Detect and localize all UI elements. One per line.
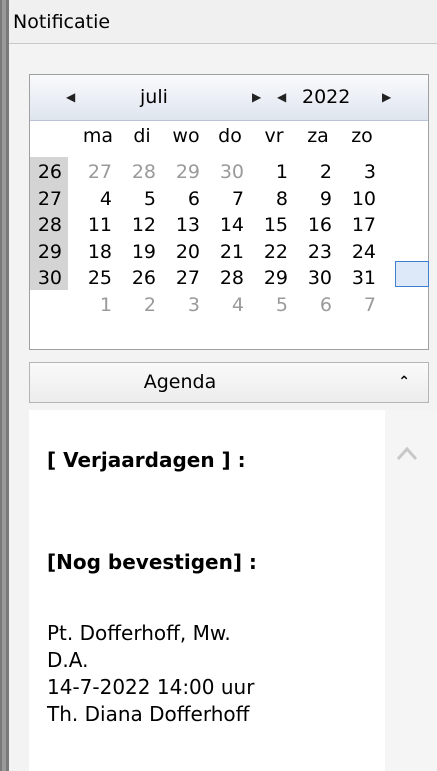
calendar-day[interactable]: 16 — [298, 212, 338, 239]
calendar-day[interactable]: 17 — [342, 212, 382, 239]
calendar-day[interactable]: 10 — [342, 186, 382, 213]
calendar-day[interactable]: 29 — [254, 265, 294, 292]
calendar-day[interactable]: 30 — [210, 159, 250, 186]
calendar-day[interactable]: 5 — [122, 186, 162, 213]
calendar-day[interactable]: 3 — [166, 292, 206, 319]
calendar-day[interactable]: 1 — [78, 292, 118, 319]
calendar-day[interactable]: 6 — [166, 186, 206, 213]
calendar-day[interactable]: 18 — [78, 239, 118, 266]
left-splitter[interactable] — [0, 0, 9, 771]
calendar-day[interactable]: 12 — [122, 212, 162, 239]
weekday-header: za — [307, 125, 329, 147]
agenda-scrollbar[interactable] — [385, 410, 437, 771]
calendar-day[interactable]: 19 — [122, 239, 162, 266]
calendar-day[interactable]: 30 — [298, 265, 338, 292]
week-number[interactable]: 30 — [30, 265, 68, 292]
prev-month-icon[interactable]: ◀ — [66, 75, 75, 120]
collapse-up-icon[interactable]: ⌃ — [398, 363, 410, 402]
calendar-day[interactable]: 4 — [78, 186, 118, 213]
calendar-day[interactable]: 2 — [298, 159, 338, 186]
calendar-day[interactable]: 27 — [78, 159, 118, 186]
week-number[interactable]: 28 — [30, 212, 68, 239]
weekday-header: vr — [264, 125, 284, 147]
weekday-header: zo — [351, 125, 373, 147]
calendar-day[interactable]: 25 — [78, 265, 118, 292]
calendar-day[interactable]: 1 — [254, 159, 294, 186]
calendar-day[interactable]: 28 — [210, 265, 250, 292]
prev-year-icon[interactable]: ◀ — [277, 75, 286, 120]
calendar-day[interactable]: 29 — [166, 159, 206, 186]
scroll-up-icon[interactable] — [395, 444, 419, 462]
calendar-day[interactable]: 9 — [298, 186, 338, 213]
calendar-day[interactable]: 22 — [254, 239, 294, 266]
calendar-day[interactable]: 21 — [210, 239, 250, 266]
agenda-header[interactable]: Agenda ⌃ — [29, 362, 429, 403]
entry-line-1: Pt. Dofferhoff, Mw. — [47, 621, 231, 645]
week-number[interactable]: 29 — [30, 239, 68, 266]
calendar-day[interactable]: 7 — [342, 292, 382, 319]
calendar-day[interactable]: 5 — [254, 292, 294, 319]
calendar-day[interactable]: 11 — [78, 212, 118, 239]
weekday-header: ma — [82, 125, 114, 147]
week-number[interactable] — [30, 292, 68, 319]
calendar-day[interactable]: 31 — [342, 265, 382, 292]
entry-line-3: 14-7-2022 14:00 uur — [47, 675, 255, 699]
calendar-day[interactable]: 15 — [254, 212, 294, 239]
calendar-day[interactable]: 24 — [342, 239, 382, 266]
next-month-icon[interactable]: ▶ — [252, 75, 261, 120]
agenda-content: [ Verjaardagen ] : [Nog bevestigen] : Pt… — [29, 410, 385, 771]
weekday-header: di — [133, 125, 151, 147]
calendar-day[interactable]: 8 — [254, 186, 294, 213]
calendar-day[interactable]: 2 — [122, 292, 162, 319]
year-label[interactable]: 2022 — [302, 75, 350, 120]
calendar-day[interactable]: 13 — [166, 212, 206, 239]
selected-day-highlight — [395, 261, 429, 287]
calendar-header: ◀ juli ▶ ◀ 2022 ▶ — [30, 75, 428, 121]
birthdays-heading: [ Verjaardagen ] : — [47, 448, 246, 472]
entry-line-2: D.A. — [47, 648, 89, 672]
calendar-day[interactable]: 14 — [210, 212, 250, 239]
week-number[interactable]: 27 — [30, 186, 68, 213]
panel-title: Notificatie — [13, 11, 111, 33]
next-year-icon[interactable]: ▶ — [382, 75, 391, 120]
calendar-day[interactable]: 23 — [298, 239, 338, 266]
calendar-day[interactable]: 4 — [210, 292, 250, 319]
week-number[interactable]: 26 — [30, 159, 68, 186]
weekday-header: do — [218, 125, 242, 147]
month-calendar[interactable]: ◀ juli ▶ ◀ 2022 ▶ ma di wo do vr za zo 26 27 28 2… — [29, 74, 429, 350]
entry-line-4: Th. Diana Dofferhoff — [47, 702, 250, 726]
calendar-day[interactable]: 7 — [210, 186, 250, 213]
calendar-day[interactable]: 20 — [166, 239, 206, 266]
month-label[interactable]: juli — [140, 75, 168, 120]
calendar-day[interactable]: 6 — [298, 292, 338, 319]
agenda-title: Agenda — [143, 371, 217, 393]
calendar-day[interactable]: 28 — [122, 159, 162, 186]
panel-header: Notificatie — [9, 0, 437, 44]
splitter-grip — [2, 0, 6, 771]
calendar-day[interactable]: 27 — [166, 265, 206, 292]
pending-heading: [Nog bevestigen] : — [47, 550, 257, 574]
calendar-day[interactable]: 3 — [342, 159, 382, 186]
weekday-header: wo — [172, 125, 200, 147]
calendar-day[interactable]: 26 — [122, 265, 162, 292]
